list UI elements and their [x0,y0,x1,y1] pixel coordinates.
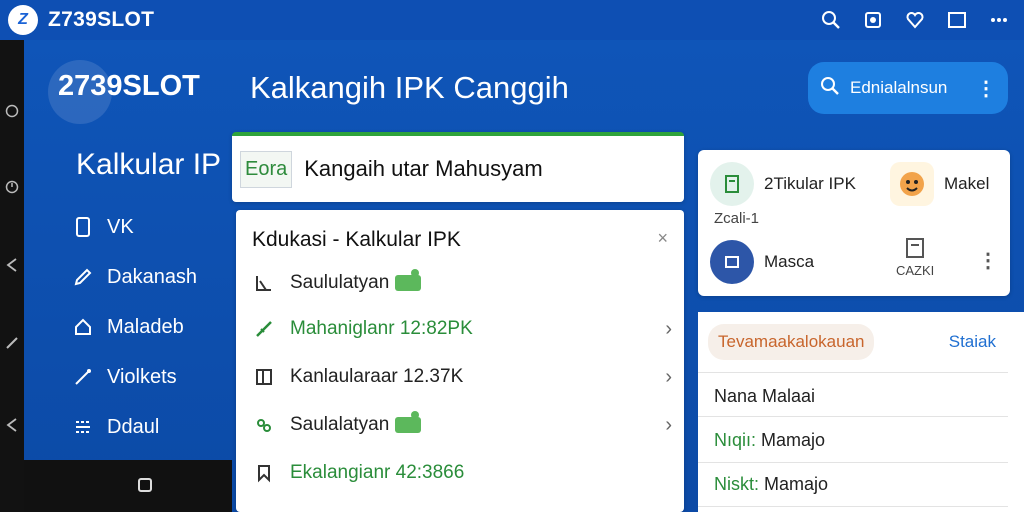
sidebar-item-label: Dakanash [107,265,198,288]
back-icon-2[interactable] [4,416,20,434]
shortcut-sub: Zcali-1 [714,210,760,227]
divider [698,506,1008,507]
list-item-label: Saululatyan [290,272,390,293]
search-more-button[interactable]: ⋮ [976,76,996,101]
chevron-right-icon: › [665,317,672,340]
shortcut-label: Makel [944,174,990,193]
sidebar-item-dakanash[interactable]: Dakanash [72,262,197,292]
app-icon [710,240,754,284]
headline-text: Kangaih utar Mahusyam [304,156,543,181]
list-item[interactable]: Mahaniglanr 12:82PK › [252,312,672,346]
app-logo-letter: Z [18,11,28,28]
chevron-right-icon: › [665,365,672,388]
list-icon [72,416,94,438]
timer-icon[interactable] [4,178,20,196]
app-brand: Z739SLOT [48,8,155,31]
window-icon[interactable] [946,9,968,31]
badge-icon [395,411,422,433]
badge-icon [395,269,422,291]
printer-icon [902,236,928,263]
search-icon[interactable] [820,9,842,31]
sidebar-item-label: VK [107,215,134,238]
info-row: Nana Malaai [714,386,816,406]
info-row: Niskt: Mamajo [714,474,828,495]
chevron-right-icon: › [665,413,672,436]
sidebar-item-violkets[interactable]: Violkets [72,362,177,392]
list-item[interactable]: Ekalangianr 42:3866 [252,456,672,490]
bookmark-icon [252,461,276,485]
list-item[interactable]: Kanlaularaar 12.37K › [252,360,672,394]
header-search-box[interactable]: Ednialalnsun ⋮ [808,62,1008,114]
info-link[interactable]: Staiak [949,332,996,352]
headline-tag[interactable]: Eora [240,150,293,188]
divider [698,416,1008,417]
system-edge-bar [0,40,24,512]
sidebar-item-label: Violkets [107,365,177,388]
clock-icon[interactable] [4,102,20,120]
close-icon[interactable]: × [657,228,668,249]
shortcut-label: 2Tikular IPK [764,174,856,193]
shortcut-label: CAZKI [896,263,935,278]
info-key: Nıqiı: [714,430,757,450]
pencil-icon [72,266,94,288]
calculator-icon [710,162,754,206]
phone-icon [72,216,94,238]
info-pill[interactable]: Tevamaakalokauan [708,324,875,360]
sidebar-title: Kalkular IP [76,148,222,181]
list-item[interactable]: Saulalatyan › [252,408,672,442]
shortcut-label: Masca [764,252,815,271]
sidebar-item-ddaul[interactable]: Ddaul [72,412,159,442]
more-icon[interactable] [988,9,1010,31]
list-item-label: Ekalangianr 42:3866 [290,462,465,483]
info-key: Niskt: [714,474,759,494]
shortcut-cazki[interactable]: CAZKI [896,236,934,278]
info-value: Mamajo [759,474,829,494]
app-logo[interactable]: Z [8,5,38,35]
calculator-title: Kdukasi - Kalkular IPK [252,228,461,251]
columns-icon [252,365,276,389]
divider [698,462,1008,463]
sidebar-item-maladeb[interactable]: Maladeb [72,312,184,342]
back-icon[interactable] [4,256,20,274]
wand-icon [72,366,94,388]
slash-icon [252,317,276,341]
sidebar-item-label: Ddaul [107,415,160,438]
screenshot-icon[interactable] [862,9,884,31]
chart-icon [252,271,276,295]
header-brand: 2739SLOT [58,70,200,102]
list-item-label: Saulalatyan [290,414,390,435]
shortcut-masca[interactable]: Masca [710,240,814,284]
home-icon [72,316,94,338]
calculator-card: Kdukasi - Kalkular IPK × Saululatyan Mah… [236,210,684,512]
list-item-label: Mahaniglanr 12:82PK [290,318,473,339]
pen-icon[interactable] [4,334,20,352]
info-card: Tevamaakalokauan Staiak Nana Malaai Nıqi… [698,312,1024,512]
recent-apps-icon[interactable] [136,476,154,494]
top-status-bar: Z Z739SLOT [0,0,1024,40]
face-icon [890,162,934,206]
headline-card: Eora Kangaih utar Mahusyam [232,132,684,202]
sidebar-item-label: Maladeb [107,315,184,338]
header-title: Kalkangih IPK Canggih [250,70,569,105]
info-row: Nıqiı: Mamajo [714,430,825,451]
list-item-label: Kanlaularaar 12.37K [290,366,464,387]
search-icon [820,76,840,101]
info-value: Mamajo [756,430,826,450]
divider [698,372,1008,373]
shortcut-calculator[interactable]: 2Tikular IPK [710,162,856,206]
shortcuts-card: 2Tikular IPK Zcali-1 Makel Masca CAZKI ⋮ [698,150,1010,296]
top-actions [820,9,1010,31]
shortcuts-more-button[interactable]: ⋮ [978,248,998,273]
group-icon [252,413,276,437]
list-item[interactable]: Saululatyan [252,266,672,300]
shortcut-makel[interactable]: Makel [890,162,989,206]
search-label: Ednialalnsun [850,78,948,97]
heart-icon[interactable] [904,9,926,31]
bottom-nav-bar [24,460,232,512]
sidebar-item-vk[interactable]: VK [72,212,134,242]
